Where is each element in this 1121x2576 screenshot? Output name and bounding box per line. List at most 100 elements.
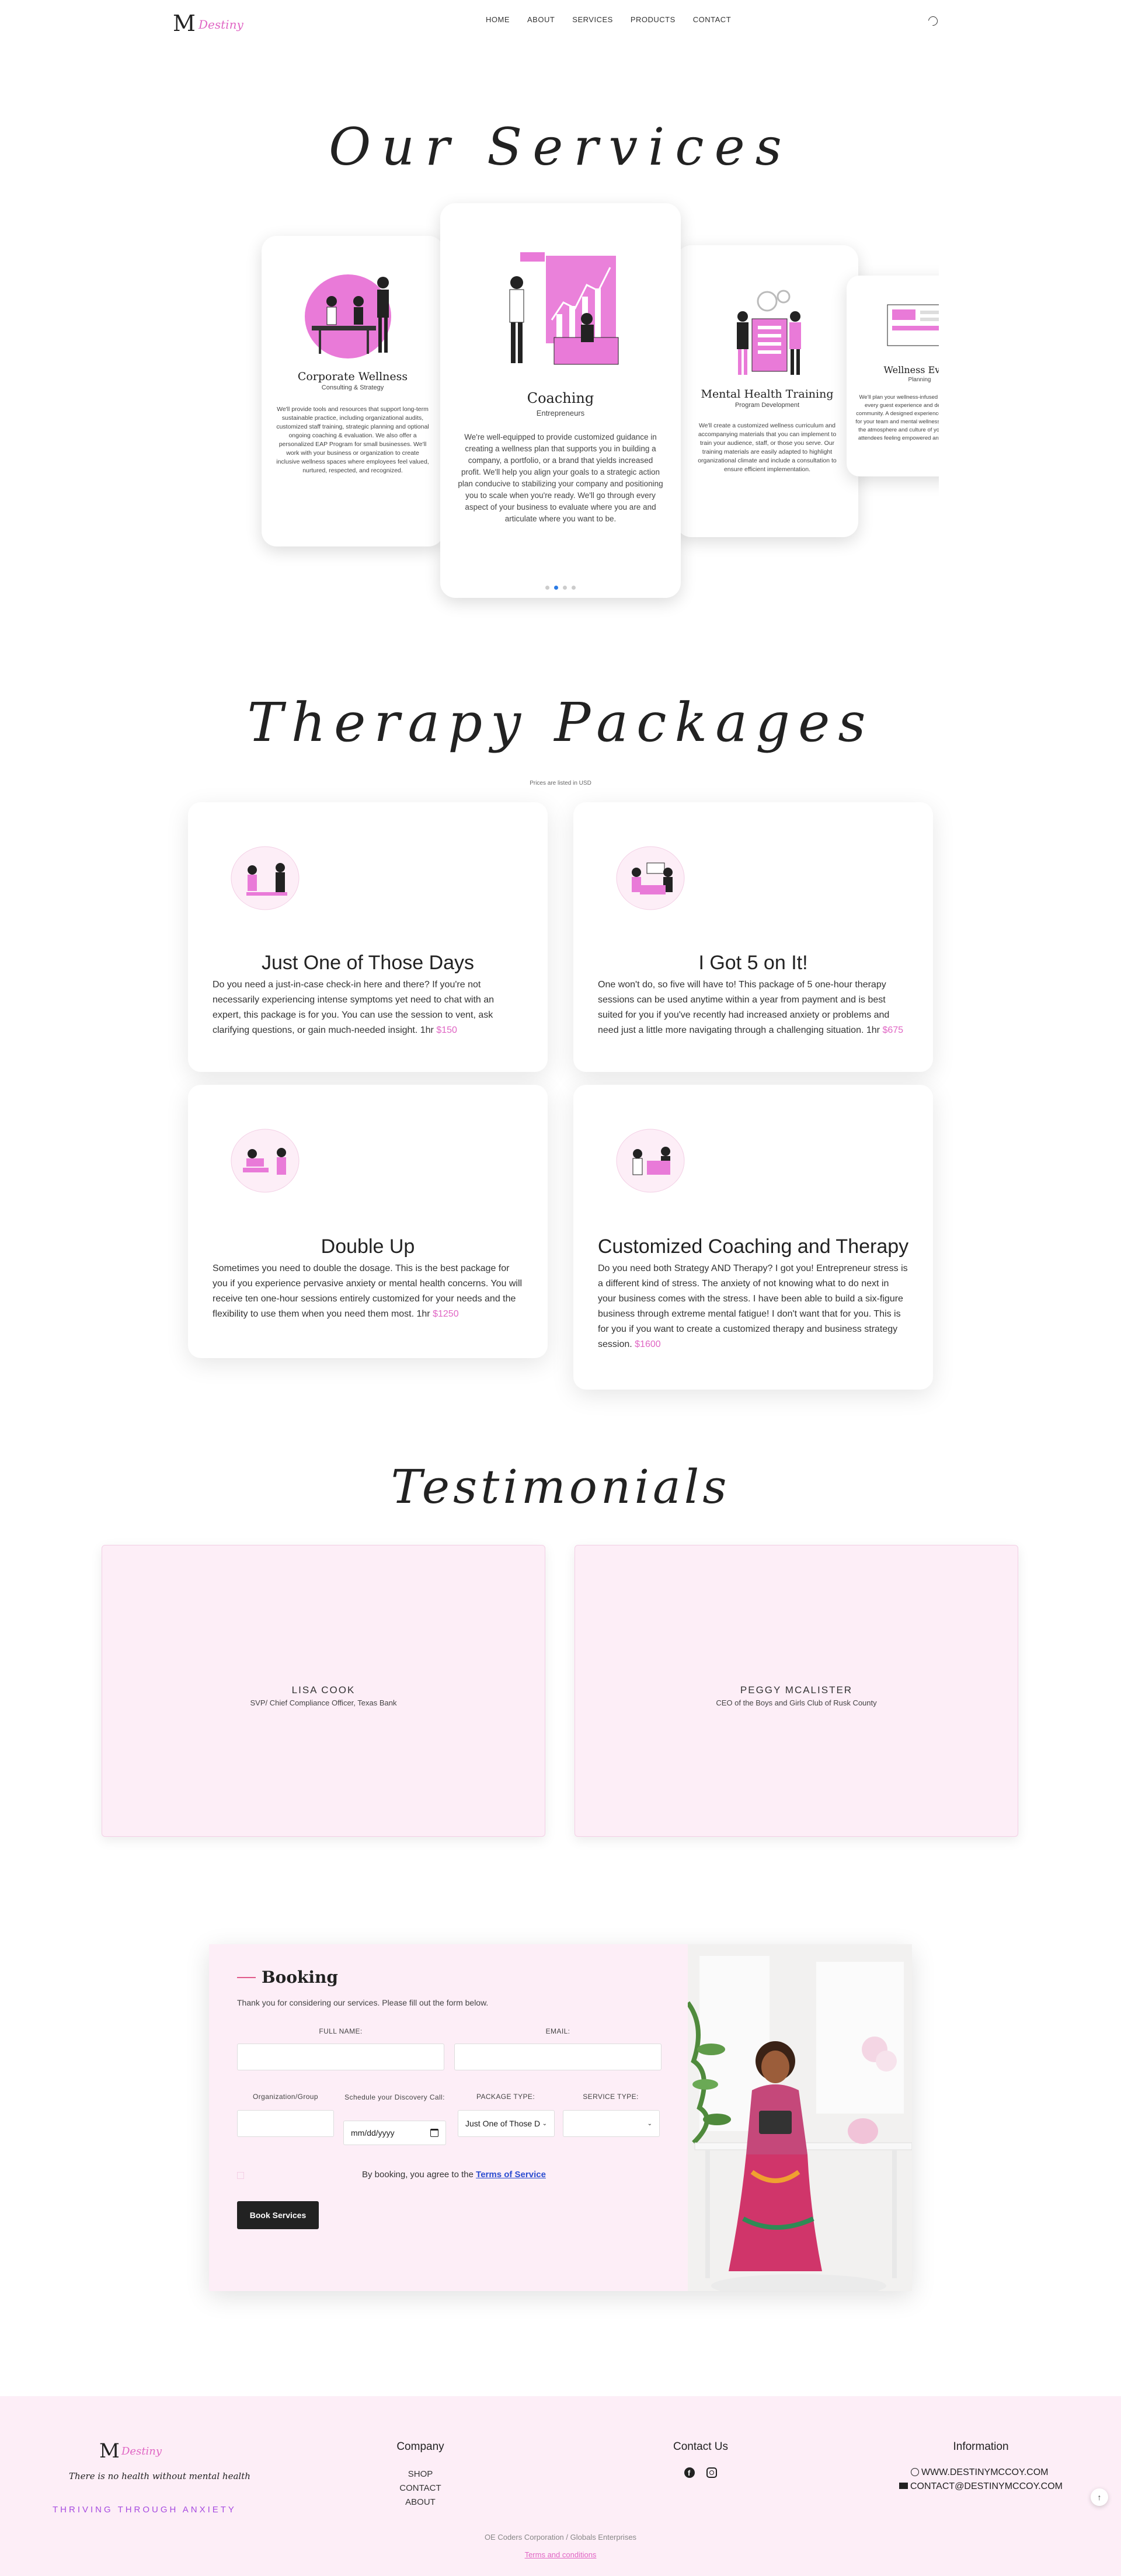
package-card-one-day[interactable]: Just One of Those Days Do you need a jus… <box>188 802 548 1072</box>
book-services-button[interactable]: Book Services <box>237 2201 319 2229</box>
title-accent-line <box>237 1977 256 1978</box>
org-input[interactable] <box>237 2110 334 2137</box>
booking-section: Booking Thank you for considering our se… <box>209 1944 912 2291</box>
calendar-icon[interactable] <box>430 2129 438 2137</box>
package-title: Just One of Those Days <box>261 952 475 974</box>
nav-home[interactable]: HOME <box>486 15 510 24</box>
org-label: Organization/Group <box>253 2093 318 2101</box>
footer-link-contact[interactable]: CONTACT <box>385 2481 455 2495</box>
packages-subtitle: Prices are listed in USD <box>530 780 591 786</box>
copyright: OE Coders Corporation / Globals Enterpri… <box>484 2533 637 2542</box>
testimonials-title: Testimonials <box>391 1460 730 1514</box>
package-price: $150 <box>436 1025 457 1035</box>
discovery-date-input[interactable]: mm/dd/yyyy <box>343 2121 446 2145</box>
carousel-dot[interactable] <box>563 586 567 590</box>
package-title: Double Up <box>321 1235 415 1258</box>
booking-title: Booking <box>262 1968 338 1987</box>
nav-about[interactable]: ABOUT <box>527 15 555 24</box>
terms-of-service-link[interactable]: Terms of Service <box>476 2170 546 2180</box>
footer-link-about[interactable]: ABOUT <box>385 2495 455 2509</box>
footer-logo-mark: M <box>99 2439 120 2463</box>
date-placeholder: mm/dd/yyyy <box>351 2128 395 2138</box>
package-card-custom[interactable]: Customized Coaching and Therapy Do you n… <box>573 1085 933 1390</box>
package-type-label: PACKAGE TYPE: <box>476 2093 535 2101</box>
therapy-session-illustration <box>231 1129 300 1193</box>
service-card-subtitle: Entrepreneurs <box>536 409 585 417</box>
package-card-five[interactable]: I Got 5 on It! One won't do, so five wil… <box>573 802 933 1072</box>
carousel-dot[interactable] <box>545 586 549 590</box>
carousel-dot[interactable] <box>572 586 576 590</box>
chevron-down-icon: ⌄ <box>542 2120 547 2127</box>
service-card-coaching[interactable]: Coaching Entrepreneurs We're well-equipp… <box>440 203 681 598</box>
coach-photo-illustration <box>688 1944 912 2291</box>
package-type-value: Just One of Those D <box>465 2119 541 2128</box>
facebook-icon[interactable]: f <box>684 2467 695 2478</box>
service-card-body: We'll provide tools and resources that s… <box>276 406 429 474</box>
booking-photo <box>688 1944 912 2291</box>
service-card-title: Corporate Wellness <box>297 370 408 383</box>
package-desc: One won't do, so five will have to! This… <box>598 980 890 1035</box>
nav-services[interactable]: SERVICES <box>572 15 613 24</box>
information-title: Information <box>953 2441 1009 2453</box>
service-card-title: Wellness Event <box>883 364 939 375</box>
service-card-clip: Wellness Event Planning We'll plan your … <box>817 245 939 514</box>
service-card-body: We're well-equipped to provide customize… <box>458 433 663 523</box>
services-title: Our Services <box>329 117 792 177</box>
package-card-double-up[interactable]: Double Up Sometimes you need to double t… <box>188 1085 548 1358</box>
email-text: CONTACT@DESTINYMCCOY.COM <box>910 2481 1063 2491</box>
package-body: Do you need both Strategy AND Therapy? I… <box>598 1261 908 1352</box>
therapy-session-illustration <box>231 846 300 910</box>
nav-products[interactable]: PRODUCTS <box>631 15 676 24</box>
testimonial-card: LISA COOK SVP/ Chief Compliance Officer,… <box>102 1545 545 1837</box>
top-nav: M Destiny HOME ABOUT SERVICES PRODUCTS C… <box>0 0 1121 42</box>
nav-links: HOME ABOUT SERVICES PRODUCTS CONTACT <box>486 15 731 24</box>
company-title: Company <box>396 2441 444 2453</box>
terms-and-conditions-link[interactable]: Terms and conditions <box>0 2550 1121 2559</box>
footer: M Destiny There is no health without men… <box>0 2396 1121 2576</box>
envelope-icon <box>899 2483 908 2489</box>
package-desc: Do you need both Strategy AND Therapy? I… <box>598 1263 908 1349</box>
testimonial-role: CEO of the Boys and Girls Club of Rusk C… <box>716 1698 877 1707</box>
booking-intro: Thank you for considering our services. … <box>237 1998 489 2007</box>
nav-contact[interactable]: CONTACT <box>693 15 731 24</box>
testimonial-name: PEGGY MCALISTER <box>740 1684 853 1696</box>
instagram-icon[interactable] <box>706 2467 717 2478</box>
logo[interactable]: M Destiny <box>173 11 249 36</box>
full-name-label: FULL NAME: <box>319 2027 363 2035</box>
package-price: $1250 <box>433 1309 459 1319</box>
service-card-title: Coaching <box>527 390 594 406</box>
package-type-select[interactable]: Just One of Those D ⌄ <box>458 2110 555 2137</box>
package-price: $675 <box>882 1025 904 1035</box>
agree-text: By booking, you agree to the Terms of Se… <box>362 2170 546 2180</box>
training-illustration <box>737 290 801 375</box>
agree-checkbox[interactable] <box>237 2172 244 2179</box>
scroll-to-top-button[interactable]: ↑ <box>1091 2488 1108 2506</box>
therapy-session-illustration <box>616 846 685 910</box>
therapy-session-illustration <box>616 1129 685 1193</box>
service-type-label: SERVICE TYPE: <box>583 2093 639 2101</box>
moon-icon[interactable] <box>926 14 940 28</box>
full-name-input[interactable] <box>237 2044 444 2070</box>
website-text: WWW.DESTINYMCCOY.COM <box>921 2467 1049 2477</box>
footer-thriving: THRIVING THROUGH ANXIETY <box>53 2505 236 2515</box>
footer-logo[interactable]: M Destiny <box>99 2439 175 2463</box>
footer-tagline: There is no health without mental health <box>69 2471 250 2481</box>
service-card-wellness-event[interactable]: Wellness Event Planning We'll plan your … <box>847 276 939 476</box>
package-title: I Got 5 on It! <box>698 952 808 974</box>
email-line[interactable]: CONTACT@DESTINYMCCOY.COM <box>899 2481 1063 2492</box>
service-card-corporate[interactable]: Corporate Wellness Consulting & Strategy… <box>262 236 444 546</box>
carousel-dot-active[interactable] <box>554 586 558 590</box>
footer-link-shop[interactable]: SHOP <box>385 2467 455 2481</box>
service-card-subtitle: Consulting & Strategy <box>321 384 384 391</box>
company-links: SHOP CONTACT ABOUT <box>385 2467 455 2509</box>
logo-mark: M <box>173 11 196 36</box>
email-input[interactable] <box>454 2044 662 2070</box>
service-card-subtitle: Planning <box>908 377 931 383</box>
agree-label: By booking, you agree to the <box>362 2170 474 2180</box>
website-line[interactable]: WWW.DESTINYMCCOY.COM <box>911 2467 1048 2478</box>
testimonial-name: LISA COOK <box>291 1684 356 1696</box>
service-type-select[interactable]: ⌄ <box>563 2110 660 2137</box>
corporate-illustration <box>305 274 391 358</box>
package-title: Customized Coaching and Therapy <box>597 1235 909 1258</box>
package-body: Sometimes you need to double the dosage.… <box>213 1261 523 1322</box>
